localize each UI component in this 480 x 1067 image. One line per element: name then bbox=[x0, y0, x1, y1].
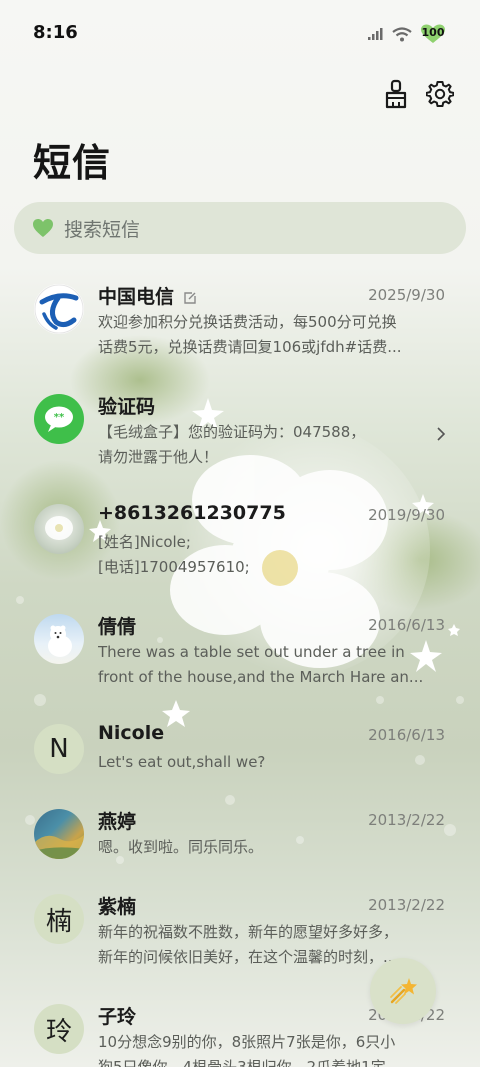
avatar bbox=[34, 809, 84, 859]
status-time: 8:16 bbox=[33, 22, 78, 43]
message-preview-line: Let's eat out,shall we? bbox=[98, 753, 266, 771]
search-placeholder: 搜索短信 bbox=[64, 218, 141, 241]
message-date: 2013/2/22 bbox=[368, 896, 445, 914]
message-preview-line: 10分想念9别的你，8张照片7张是你，6只小 bbox=[98, 1033, 396, 1051]
photo-avatar-icon bbox=[45, 516, 73, 540]
message-preview-line: 嗯。收到啦。同乐同乐。 bbox=[98, 838, 264, 856]
message-preview-line: 话费5元，兑换话费请回复106或jfdh#话费... bbox=[98, 338, 402, 356]
clean-button[interactable] bbox=[382, 78, 410, 110]
message-preview: [姓名]Nicole; [电话]17004957610; bbox=[98, 530, 446, 580]
svg-text:**: ** bbox=[54, 412, 65, 423]
message-preview-line: 【毛绒盒子】您的验证码为：047588， bbox=[98, 423, 366, 441]
message-date: 2016/6/13 bbox=[368, 616, 445, 634]
avatar bbox=[34, 504, 84, 554]
search-bar[interactable]: 搜索短信 bbox=[14, 202, 466, 254]
contact-name: 中国电信 bbox=[98, 282, 197, 309]
message-preview: 10分想念9别的你，8张照片7张是你，6只小 狗5只像你，4根骨头3根归你，2爪… bbox=[98, 1030, 446, 1067]
polar-bear-photo-icon bbox=[48, 625, 72, 657]
message-bubble-icon: ** bbox=[45, 406, 73, 432]
status-bar: 8:16 100 bbox=[0, 0, 480, 68]
message-preview-line: [电话]17004957610; bbox=[98, 558, 250, 576]
battery-level: 100 bbox=[421, 26, 445, 39]
message-preview-line: There was a table set out under a tree i… bbox=[98, 643, 405, 661]
avatar: 楠 bbox=[34, 894, 84, 944]
china-telecom-logo-icon bbox=[34, 284, 84, 334]
message-preview-line: 请勿泄露于他人！ bbox=[98, 448, 219, 466]
compose-button[interactable] bbox=[370, 958, 436, 1024]
shooting-star-icon bbox=[390, 978, 417, 1004]
edit-note-icon bbox=[183, 291, 196, 304]
list-item[interactable]: 倩倩 2016/6/13 There was a table set out u… bbox=[0, 600, 480, 708]
message-preview: 嗯。收到啦。同乐同乐。 bbox=[98, 835, 446, 860]
signal-icon bbox=[368, 28, 383, 40]
avatar: 玲 bbox=[34, 1004, 84, 1054]
message-preview: Let's eat out,shall we? bbox=[98, 750, 446, 775]
message-date: 2013/2/22 bbox=[368, 811, 445, 829]
list-item[interactable]: +8613261230775 2019/9/30 [姓名]Nicole; [电话… bbox=[0, 490, 480, 598]
list-item[interactable]: 中国电信 2025/9/30 欢迎参加积分兑换话费活动，每500分可兑换 话费5… bbox=[0, 270, 480, 378]
page-title: 短信 bbox=[33, 141, 112, 185]
message-preview-line: 狗5只像你，4根骨头3根归你，2爪着地1定 bbox=[98, 1058, 386, 1067]
heart-icon bbox=[33, 219, 53, 237]
message-date: 2025/9/30 bbox=[368, 286, 445, 304]
message-preview-line: 新年的祝福数不胜数，新年的愿望好多好多， bbox=[98, 923, 399, 941]
contact-name-text: 中国电信 bbox=[98, 286, 175, 308]
contact-name: Nicole bbox=[98, 722, 165, 744]
message-preview-line: front of the house,and the March Hare an… bbox=[98, 668, 424, 686]
message-preview-line: [姓名]Nicole; bbox=[98, 533, 191, 551]
message-preview-line: 欢迎参加积分兑换话费活动，每500分可兑换 bbox=[98, 313, 397, 331]
avatar: N bbox=[34, 724, 84, 774]
contact-name: +8613261230775 bbox=[98, 502, 286, 524]
avatar bbox=[34, 614, 84, 664]
status-icons: 100 bbox=[368, 24, 446, 44]
contact-name: 燕婷 bbox=[98, 811, 137, 833]
list-item[interactable]: ** 验证码 【毛绒盒子】您的验证码为：047588， 请勿泄露于他人！ bbox=[0, 380, 480, 488]
contact-name: 子玲 bbox=[98, 1006, 137, 1028]
brush-icon bbox=[385, 79, 407, 109]
contact-name: 验证码 bbox=[98, 396, 156, 418]
top-actions bbox=[382, 78, 454, 110]
message-preview: There was a table set out under a tree i… bbox=[98, 640, 446, 690]
gear-icon bbox=[426, 81, 454, 107]
message-date: 2016/6/13 bbox=[368, 726, 445, 744]
message-preview: 【毛绒盒子】您的验证码为：047588， 请勿泄露于他人！ bbox=[98, 420, 446, 470]
battery-indicator: 100 bbox=[420, 24, 446, 44]
avatar: ** bbox=[34, 394, 84, 444]
contact-name: 倩倩 bbox=[98, 616, 137, 638]
message-date: 2019/9/30 bbox=[368, 506, 445, 524]
message-preview: 欢迎参加积分兑换话费活动，每500分可兑换 话费5元，兑换话费请回复106或jf… bbox=[98, 310, 446, 360]
wifi-icon bbox=[392, 26, 412, 41]
avatar bbox=[34, 284, 84, 334]
settings-button[interactable] bbox=[426, 78, 454, 110]
contact-name: 紫楠 bbox=[98, 896, 137, 918]
landscape-photo-icon bbox=[34, 835, 84, 859]
